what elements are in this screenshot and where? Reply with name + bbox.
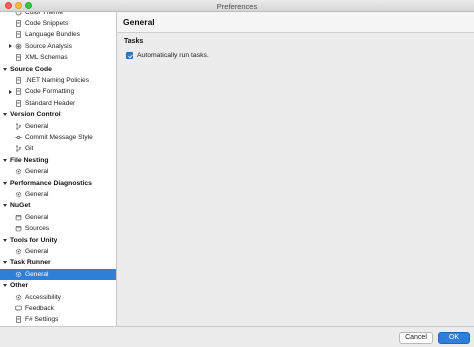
- auto-run-tasks-checkbox[interactable]: [126, 52, 133, 59]
- sidebar-item-code-formatting[interactable]: Code Formatting: [0, 86, 116, 97]
- feedback-icon: [15, 305, 22, 312]
- sidebar-section-tools-for-unity[interactable]: Tools for Unity: [0, 235, 116, 246]
- sidebar-item-feedback[interactable]: Feedback: [0, 303, 116, 314]
- disclosure-triangle-icon[interactable]: [9, 89, 12, 94]
- sidebar-section-task-runner[interactable]: Task Runner: [0, 257, 116, 268]
- radio-icon: [15, 43, 22, 50]
- cancel-button[interactable]: Cancel: [399, 332, 433, 344]
- sidebar-item-general[interactable]: General: [0, 121, 116, 132]
- commit-icon: [15, 134, 22, 141]
- sidebar-item-label: Code Snippets: [25, 19, 69, 27]
- sidebar-section-label: Tools for Unity: [10, 236, 58, 244]
- branch-icon: [15, 145, 22, 153]
- sidebar-item-source-analysis[interactable]: Source Analysis: [0, 41, 116, 52]
- sidebar-item-standard-header[interactable]: Standard Header: [0, 98, 116, 109]
- gear-icon: [15, 271, 22, 278]
- tasks-group-heading: Tasks: [124, 38, 144, 45]
- auto-run-tasks-label[interactable]: Automatically run tasks.: [137, 52, 209, 59]
- sidebar-item-commit-message-style[interactable]: Commit Message Style: [0, 132, 116, 143]
- sidebar-item-general[interactable]: General: [0, 166, 116, 177]
- ok-button[interactable]: OK: [438, 332, 470, 344]
- sidebar-item-label: Language Bundles: [25, 31, 80, 39]
- sidebar-section-file-nesting[interactable]: File Nesting: [0, 155, 116, 166]
- sidebar-section-label: Task Runner: [10, 259, 51, 267]
- sidebar-section-other[interactable]: Other: [0, 280, 116, 291]
- sidebar-section-label: Other: [10, 282, 29, 290]
- document-icon: [15, 31, 22, 39]
- sidebar-item-code-snippets[interactable]: Code Snippets: [0, 18, 116, 29]
- sidebar-item-label: XML Schemas: [25, 54, 68, 62]
- sidebar-item-label: Feedback: [25, 304, 54, 312]
- sidebar-item-general[interactable]: General: [0, 189, 116, 200]
- sidebar-item-sources[interactable]: Sources: [0, 223, 116, 234]
- preferences-panel: General Tasks Automatically run tasks.: [117, 12, 474, 326]
- gear-icon: [15, 294, 22, 301]
- sidebar-item-accessibility[interactable]: Accessibility: [0, 292, 116, 303]
- sidebar-section-performance-diagnostics[interactable]: Performance Diagnostics: [0, 178, 116, 189]
- package-icon: [15, 225, 22, 232]
- title-bar: Preferences: [0, 0, 474, 12]
- sidebar-item-label: Accessibility: [25, 293, 61, 301]
- sidebar-item-xml-schemas[interactable]: XML Schemas: [0, 52, 116, 63]
- sidebar-item-label: F# Settings: [25, 316, 59, 324]
- sidebar-section-label: Source Code: [10, 65, 52, 73]
- document-icon: [15, 20, 22, 27]
- checkmark-icon: [127, 54, 133, 58]
- document-icon: [15, 54, 22, 61]
- gear-icon: [15, 168, 22, 175]
- sidebar-item-label: General: [25, 247, 49, 255]
- sidebar-item-label: Standard Header: [25, 99, 76, 107]
- dialog-footer: Cancel OK: [0, 326, 474, 347]
- sidebar-item-label: General: [25, 122, 49, 130]
- sidebar-item-general[interactable]: General: [0, 212, 116, 223]
- sidebar-item-net-naming-policies[interactable]: .NET Naming Policies: [0, 75, 116, 86]
- chevron-down-icon[interactable]: [3, 284, 7, 288]
- sidebar-section-nuget[interactable]: NuGet: [0, 200, 116, 211]
- sidebar-item-label: Code Formatting: [25, 88, 75, 96]
- sidebar-item-general[interactable]: General: [0, 246, 116, 257]
- package-icon: [15, 214, 22, 221]
- sidebar-item-label: Commit Message Style: [25, 133, 93, 141]
- chevron-down-icon[interactable]: [3, 158, 7, 162]
- sidebar-section-label: Version Control: [10, 111, 61, 119]
- document-icon: [15, 316, 22, 324]
- sidebar-section-label: Performance Diagnostics: [10, 179, 92, 187]
- sidebar-item-label: General: [25, 270, 49, 278]
- gear-icon: [15, 191, 22, 198]
- chevron-down-icon[interactable]: [3, 204, 7, 208]
- document-icon: [15, 100, 22, 107]
- branch-icon: [15, 123, 22, 130]
- sidebar-item-label: General: [25, 168, 49, 176]
- sidebar-section-source-code[interactable]: Source Code: [0, 64, 116, 75]
- disclosure-triangle-icon[interactable]: [9, 44, 12, 49]
- sidebar-item-label: Source Analysis: [25, 42, 72, 50]
- chevron-down-icon[interactable]: [3, 261, 7, 265]
- sidebar-section-label: NuGet: [10, 202, 31, 210]
- sidebar-section-label: File Nesting: [10, 156, 49, 164]
- chevron-down-icon[interactable]: [3, 113, 7, 117]
- sidebar-item-label: Git: [25, 145, 34, 153]
- palette-icon: [15, 12, 22, 16]
- chevron-down-icon[interactable]: [3, 238, 7, 242]
- page-title: General: [117, 12, 474, 33]
- preferences-sidebar[interactable]: Color Theme Code Snippets Language Bundles…: [0, 12, 117, 326]
- sidebar-item-label: General: [25, 213, 49, 221]
- sidebar-item-f-settings[interactable]: F# Settings: [0, 314, 116, 325]
- document-icon: [15, 77, 22, 84]
- gear-icon: [15, 248, 22, 255]
- window-title: Preferences: [216, 2, 258, 11]
- sidebar-item-label: General: [25, 190, 49, 198]
- sidebar-item-general[interactable]: General: [0, 268, 116, 281]
- document-icon: [15, 88, 22, 96]
- sidebar-item-label: Sources: [25, 225, 50, 233]
- chevron-down-icon[interactable]: [3, 67, 7, 71]
- chevron-down-icon[interactable]: [3, 181, 7, 185]
- sidebar-section-version-control[interactable]: Version Control: [0, 109, 116, 120]
- sidebar-item-label: .NET Naming Policies: [25, 76, 90, 84]
- sidebar-item-git[interactable]: Git: [0, 143, 116, 154]
- sidebar-item-language-bundles[interactable]: Language Bundles: [0, 29, 116, 40]
